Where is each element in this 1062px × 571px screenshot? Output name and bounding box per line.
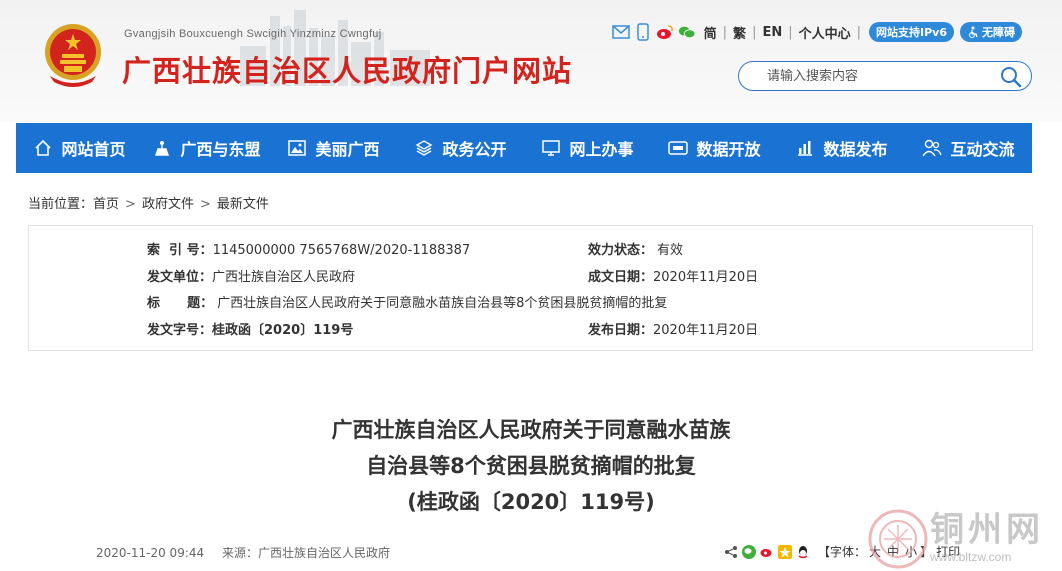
nav-label: 数据开放 xyxy=(696,140,761,159)
divider: | xyxy=(752,24,757,40)
meta-subject-value: 广西壮族自治区人民政府关于同意融水苗族自治县等8个贫困县脱贫摘帽的批复 xyxy=(217,296,668,311)
layers-icon xyxy=(414,138,434,158)
nav-item-beautiful-guangxi[interactable]: 美丽广西 xyxy=(270,123,397,173)
simplified-chinese-link[interactable]: 简 xyxy=(700,23,721,42)
breadcrumb-separator: > xyxy=(125,197,136,212)
meta-docno-value: 桂政函〔2020〕119号 xyxy=(212,323,354,338)
site-title[interactable]: 广西壮族自治区人民政府门户网站 xyxy=(122,48,572,90)
font-size-medium[interactable]: 中 xyxy=(887,543,899,560)
search-input[interactable] xyxy=(767,67,987,85)
search-icon[interactable] xyxy=(999,65,1023,89)
share-icon[interactable] xyxy=(724,545,738,559)
top-links-bar: 简 | 繁 | EN | 个人中心 | 网站支持IPv6 无障碍 xyxy=(611,21,1022,43)
qq-share-icon[interactable] xyxy=(796,545,810,559)
data-open-icon xyxy=(668,138,689,158)
article-datetime: 2020-11-20 09:44 xyxy=(96,546,205,560)
site-header: Gvangjsih Bouxcuengh Swcigih Yinzminz Cw… xyxy=(0,0,1062,122)
personal-center-link[interactable]: 个人中心 xyxy=(795,23,855,42)
meta-published-row: 发布日期：2020年11月20日 xyxy=(588,319,758,338)
meta-status-row: 效力状态： 有效 xyxy=(588,239,683,258)
nav-label: 美丽广西 xyxy=(315,140,380,159)
font-size-large[interactable]: 大 xyxy=(869,543,881,560)
breadcrumb-separator: > xyxy=(199,197,211,212)
article-title-line-2: 自治县等8个贫困县脱贫摘帽的批复 xyxy=(366,454,696,478)
nav-item-open-data[interactable]: 数据开放 xyxy=(651,123,778,173)
mobile-icon[interactable] xyxy=(634,23,652,41)
font-size-label: 【字体： xyxy=(818,545,867,559)
monitor-icon xyxy=(541,138,561,158)
meta-issuer-row: 发文单位：广西壮族自治区人民政府 xyxy=(147,266,355,285)
print-link[interactable]: 打印 xyxy=(936,543,960,560)
national-emblem-icon xyxy=(45,24,101,87)
meta-subject-label: 标 题： xyxy=(147,296,214,311)
share-toolbar: 【字体： 大 中 小 】 打印 xyxy=(724,543,960,560)
meta-subject-row: 标 题： 广西壮族自治区人民政府关于同意融水苗族自治县等8个贫困县脱贫摘帽的批复 xyxy=(147,292,667,311)
meta-issuer-label: 发文单位： xyxy=(147,270,213,285)
divider: | xyxy=(788,24,793,40)
accessibility-button[interactable]: 无障碍 xyxy=(960,22,1022,42)
breadcrumb-item-home[interactable]: 首页 xyxy=(93,197,119,212)
home-icon xyxy=(33,138,53,158)
english-link[interactable]: EN xyxy=(758,25,786,40)
article-source: 来源：广西壮族自治区人民政府 xyxy=(221,546,390,560)
nav-label: 广西与东盟 xyxy=(180,140,261,159)
qzone-share-icon[interactable] xyxy=(778,544,792,559)
main-navigation: 网站首页 广西与东盟 美丽广西 政务公开 网上办事 数据开放 数据发布 互动交流 xyxy=(16,123,1032,173)
site-pinyin-title: Gvangjsih Bouxcuengh Swcigih Yinzminz Cw… xyxy=(124,28,382,40)
article-title-line-1: 广西壮族自治区人民政府关于同意融水苗族 xyxy=(331,418,731,442)
bar-chart-icon xyxy=(795,138,815,158)
meta-index-row: 索 引 号：1145000000 7565768W/2020-1188387 xyxy=(147,239,470,258)
weibo-icon[interactable] xyxy=(656,23,674,41)
nav-item-guangxi-asean[interactable]: 广西与东盟 xyxy=(143,123,270,173)
wechat-share-icon[interactable] xyxy=(742,544,756,559)
nav-item-home[interactable]: 网站首页 xyxy=(16,123,143,173)
meta-index-value: 1145000000 7565768W/2020-1188387 xyxy=(212,243,471,258)
email-icon[interactable] xyxy=(611,23,630,41)
wechat-icon[interactable] xyxy=(678,23,696,41)
nav-item-government-affairs[interactable]: 政务公开 xyxy=(397,123,524,173)
nav-item-interaction[interactable]: 互动交流 xyxy=(905,123,1032,173)
article-info: 2020-11-20 09:44 来源：广西壮族自治区人民政府 xyxy=(96,544,390,561)
meta-published-label: 发布日期： xyxy=(588,323,654,338)
traditional-chinese-link[interactable]: 繁 xyxy=(729,23,750,42)
meta-index-label: 索 引 号： xyxy=(147,243,213,258)
nav-item-online-services[interactable]: 网上办事 xyxy=(524,123,651,173)
document-metadata-box: 索 引 号：1145000000 7565768W/2020-1188387 效… xyxy=(28,225,1033,351)
meta-created-value: 2020年11月20日 xyxy=(653,270,759,285)
picture-icon xyxy=(287,138,307,158)
meta-issuer-value: 广西壮族自治区人民政府 xyxy=(212,270,356,285)
breadcrumb-item-gov-docs[interactable]: 政府文件 xyxy=(142,197,194,212)
meta-created-row: 成文日期：2020年11月20日 xyxy=(588,266,758,285)
divider: | xyxy=(722,24,728,40)
breadcrumb-prefix: 当前位置： xyxy=(28,197,94,212)
nav-label: 网站首页 xyxy=(61,140,126,159)
article-title-line-3: (桂政函〔2020〕119号) xyxy=(407,490,655,514)
meta-status-value: 有效 xyxy=(657,243,684,258)
meta-published-value: 2020年11月20日 xyxy=(653,323,759,338)
nav-item-data-release[interactable]: 数据发布 xyxy=(778,123,905,173)
accessibility-label: 无障碍 xyxy=(982,26,1015,39)
nav-label: 网上办事 xyxy=(569,140,634,159)
nav-label: 数据发布 xyxy=(823,140,888,159)
meta-created-label: 成文日期： xyxy=(588,270,654,285)
meta-status-label: 效力状态： xyxy=(588,243,654,258)
meta-docno-label: 发文字号： xyxy=(147,323,213,338)
search-box xyxy=(738,61,1032,91)
people-icon xyxy=(922,138,943,158)
ipv6-badge[interactable]: 网站支持IPv6 xyxy=(869,22,954,42)
wheelchair-icon xyxy=(969,26,978,38)
breadcrumb: 当前位置：首页 > 政府文件 > 最新文件 xyxy=(28,193,269,212)
font-size-small[interactable]: 小 xyxy=(905,543,917,560)
monument-icon xyxy=(152,138,172,158)
divider: | xyxy=(856,24,862,40)
nav-label: 互动交流 xyxy=(950,140,1015,159)
meta-docno-row: 发文字号：桂政函〔2020〕119号 xyxy=(147,319,353,338)
weibo-share-icon[interactable] xyxy=(760,545,774,559)
font-size-close: 】 xyxy=(920,545,933,559)
nav-label: 政务公开 xyxy=(442,140,507,159)
breadcrumb-item-latest-docs[interactable]: 最新文件 xyxy=(217,197,269,212)
